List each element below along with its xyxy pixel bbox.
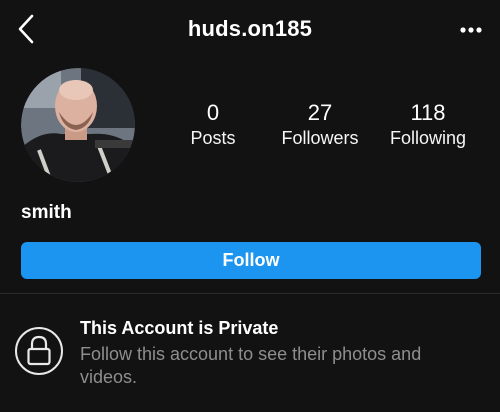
followers-label: Followers <box>281 128 359 148</box>
following-value: 118 <box>410 100 446 125</box>
more-horizontal-icon <box>460 27 482 33</box>
following-count[interactable]: 118 Following <box>382 100 474 150</box>
private-account-title: This Account is Private <box>80 318 279 338</box>
posts-count: 0 Posts <box>183 100 243 150</box>
lock-icon <box>27 335 51 366</box>
section-divider <box>0 293 500 294</box>
posts-value: 0 <box>206 100 220 125</box>
profile-screen: huds.on185 0 Posts 27 Followers 118 Foll… <box>0 0 500 412</box>
followers-count[interactable]: 27 Followers <box>272 100 368 150</box>
following-label: Following <box>389 128 467 148</box>
private-account-subtitle: Follow this account to see their photos … <box>80 344 422 387</box>
more-options-button[interactable] <box>456 20 486 40</box>
followers-value: 27 <box>307 100 333 125</box>
header-bar: huds.on185 <box>0 0 500 60</box>
posts-label: Posts <box>190 128 236 148</box>
private-lock-badge <box>15 327 63 375</box>
follow-button[interactable]: Follow <box>21 242 481 279</box>
profile-photo <box>21 68 135 182</box>
profile-name: smith <box>21 202 72 223</box>
avatar[interactable] <box>21 68 135 182</box>
profile-handle-title: huds.on185 <box>187 16 313 41</box>
